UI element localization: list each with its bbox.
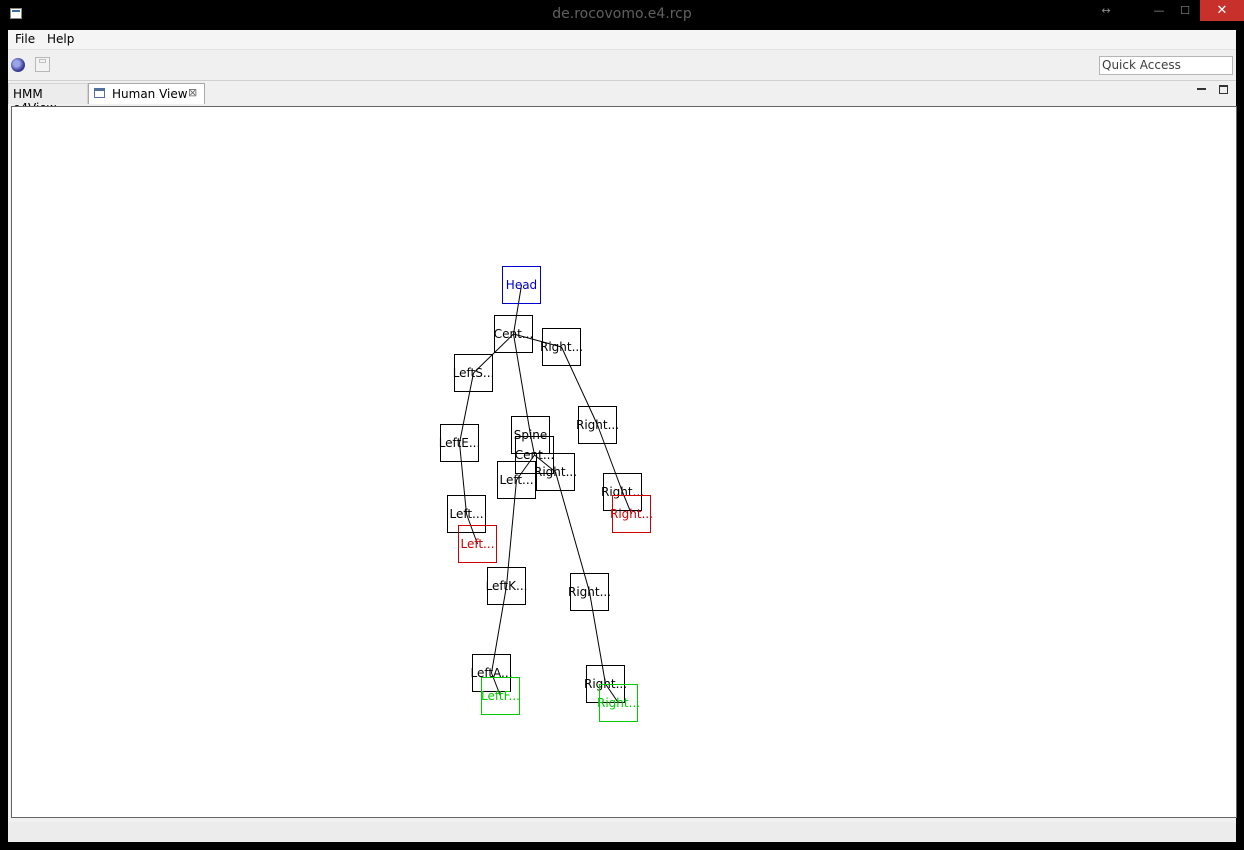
joint-node-head[interactable]: Head: [502, 266, 541, 304]
tab-human-view[interactable]: Human View ⊠: [88, 83, 205, 104]
joint-node-cs[interactable]: Cent...: [494, 315, 533, 353]
menu-file[interactable]: File: [15, 32, 35, 46]
main-toolbar: Quick Access: [8, 49, 1236, 81]
title-bar: de.rocovomo.e4.rcp ↔ — ☐ ✕: [0, 0, 1244, 30]
joint-node-rf[interactable]: Right...: [596, 684, 641, 722]
joint-node-lk[interactable]: LeftK...: [485, 567, 528, 605]
joint-label: Right...: [533, 465, 578, 479]
maximize-button[interactable]: ☐: [1172, 0, 1198, 21]
joint-node-ls[interactable]: LeftS...: [452, 354, 495, 392]
view-tab-bar: HMM e4View Human View ⊠: [8, 80, 1236, 115]
joint-node-le[interactable]: LeftE...: [438, 424, 481, 462]
joint-label: Left...: [460, 537, 495, 551]
resize-icon[interactable]: ↔: [1094, 0, 1118, 21]
joint-node-re[interactable]: Right...: [575, 406, 620, 444]
tab-hmm-e4view[interactable]: HMM e4View: [8, 83, 88, 115]
joint-node-rhand[interactable]: Right...: [609, 495, 654, 533]
joint-label: Right...: [609, 507, 654, 521]
joint-node-lh[interactable]: Left...: [497, 461, 536, 499]
joint-label: Right...: [575, 418, 620, 432]
joint-label: Left...: [499, 473, 534, 487]
joint-label: Left...: [449, 507, 484, 521]
tab-close-icon[interactable]: ⊠: [188, 86, 197, 99]
menu-bar: File Help: [8, 30, 1236, 49]
maximize-pane-icon[interactable]: [1219, 85, 1228, 94]
view-icon: [94, 88, 105, 98]
joint-node-lf[interactable]: LeftF...: [481, 677, 520, 715]
joint-label: LeftK...: [485, 579, 528, 593]
globe-icon[interactable]: [11, 58, 25, 72]
save-icon[interactable]: [35, 57, 50, 72]
menu-help[interactable]: Help: [47, 32, 74, 46]
joint-label: Cent...: [493, 327, 534, 341]
joint-node-rs[interactable]: Right...: [539, 328, 584, 366]
joint-node-rh[interactable]: Right...: [533, 453, 578, 491]
human-view-canvas[interactable]: Head Cent... Right... LeftS... Right... LeftE…: [11, 106, 1237, 818]
joint-label: LeftE...: [438, 436, 481, 450]
joint-node-rk[interactable]: Right...: [567, 573, 612, 611]
joint-label: Right...: [596, 696, 641, 710]
joint-label: LeftF...: [481, 689, 520, 703]
joint-label: Right...: [539, 340, 584, 354]
close-button[interactable]: ✕: [1200, 0, 1244, 21]
joint-node-lhand[interactable]: Left...: [458, 525, 497, 563]
joint-label: Right...: [567, 585, 612, 599]
quick-access-placeholder: Quick Access: [1102, 58, 1181, 72]
minimize-button[interactable]: —: [1146, 0, 1172, 21]
joint-label: Head: [505, 278, 538, 292]
status-bar: [8, 822, 1236, 842]
tab-human-view-label: Human View: [112, 87, 188, 101]
joint-label: LeftS...: [452, 366, 495, 380]
application-window: File Help Quick Access HMM e4View Human …: [8, 30, 1237, 842]
minimize-pane-icon[interactable]: [1197, 88, 1206, 90]
quick-access-input[interactable]: Quick Access: [1099, 56, 1233, 75]
window-title: de.rocovomo.e4.rcp: [552, 6, 692, 22]
